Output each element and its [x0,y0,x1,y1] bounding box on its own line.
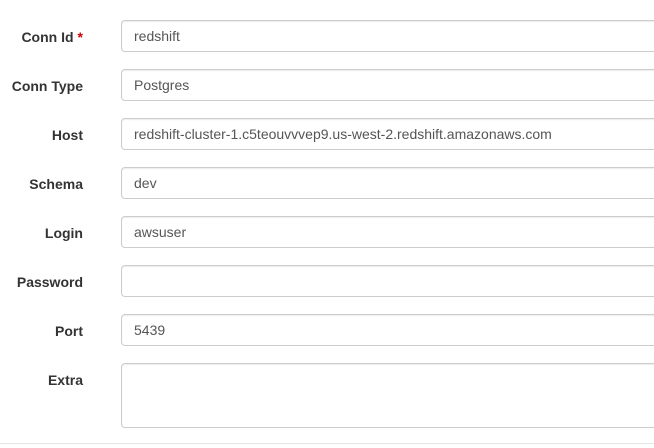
password-label: Password [16,274,83,290]
connection-form: Conn Id* Conn Type Host Schema Login Pas… [0,0,654,448]
conn-id-label-text: Conn Id [21,29,74,45]
divider [0,443,654,444]
conn-type-label: Conn Type [11,78,83,94]
conn-id-label: Conn Id * [21,20,83,54]
schema-label: Schema [29,176,83,192]
conn-id-input[interactable] [121,20,654,52]
login-input[interactable] [121,216,654,248]
extra-label: Extra [47,372,83,388]
password-input[interactable] [121,265,654,297]
host-label: Host [51,127,83,143]
port-input[interactable] [121,314,654,346]
conn-type-select[interactable] [121,69,654,101]
port-label: Port [55,323,83,339]
required-marker: * [77,29,83,45]
login-label: Login [44,225,83,241]
host-input[interactable] [121,118,654,150]
schema-input[interactable] [121,167,654,199]
extra-textarea[interactable] [121,363,654,428]
